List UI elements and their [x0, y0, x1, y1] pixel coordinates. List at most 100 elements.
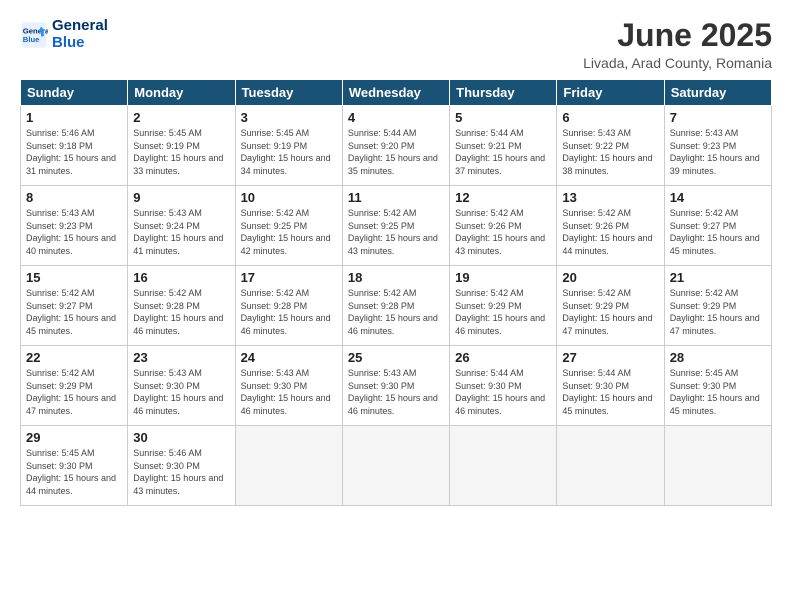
- svg-text:Blue: Blue: [23, 35, 40, 44]
- day-info: Sunrise: 5:43 AM Sunset: 9:24 PM Dayligh…: [133, 207, 229, 257]
- calendar-cell: [450, 426, 557, 506]
- calendar-cell: 20 Sunrise: 5:42 AM Sunset: 9:29 PM Dayl…: [557, 266, 664, 346]
- calendar-cell: 28 Sunrise: 5:45 AM Sunset: 9:30 PM Dayl…: [664, 346, 771, 426]
- calendar-cell: 18 Sunrise: 5:42 AM Sunset: 9:28 PM Dayl…: [342, 266, 449, 346]
- day-info: Sunrise: 5:42 AM Sunset: 9:25 PM Dayligh…: [348, 207, 444, 257]
- day-number: 25: [348, 350, 444, 365]
- day-info: Sunrise: 5:46 AM Sunset: 9:30 PM Dayligh…: [133, 447, 229, 497]
- day-number: 8: [26, 190, 122, 205]
- day-number: 26: [455, 350, 551, 365]
- day-info: Sunrise: 5:44 AM Sunset: 9:30 PM Dayligh…: [562, 367, 658, 417]
- day-number: 14: [670, 190, 766, 205]
- calendar-cell: 16 Sunrise: 5:42 AM Sunset: 9:28 PM Dayl…: [128, 266, 235, 346]
- day-number: 7: [670, 110, 766, 125]
- calendar-cell: [235, 426, 342, 506]
- day-number: 23: [133, 350, 229, 365]
- weekday-header-tuesday: Tuesday: [235, 80, 342, 106]
- day-number: 22: [26, 350, 122, 365]
- day-number: 2: [133, 110, 229, 125]
- calendar-cell: 7 Sunrise: 5:43 AM Sunset: 9:23 PM Dayli…: [664, 106, 771, 186]
- day-info: Sunrise: 5:42 AM Sunset: 9:25 PM Dayligh…: [241, 207, 337, 257]
- logo-icon: General Blue: [20, 21, 48, 49]
- day-info: Sunrise: 5:43 AM Sunset: 9:23 PM Dayligh…: [26, 207, 122, 257]
- day-info: Sunrise: 5:43 AM Sunset: 9:30 PM Dayligh…: [241, 367, 337, 417]
- day-number: 4: [348, 110, 444, 125]
- week-row-5: 29 Sunrise: 5:45 AM Sunset: 9:30 PM Dayl…: [21, 426, 772, 506]
- day-info: Sunrise: 5:43 AM Sunset: 9:23 PM Dayligh…: [670, 127, 766, 177]
- day-number: 28: [670, 350, 766, 365]
- day-info: Sunrise: 5:45 AM Sunset: 9:19 PM Dayligh…: [241, 127, 337, 177]
- calendar-cell: 21 Sunrise: 5:42 AM Sunset: 9:29 PM Dayl…: [664, 266, 771, 346]
- calendar-cell: [664, 426, 771, 506]
- day-number: 29: [26, 430, 122, 445]
- day-number: 9: [133, 190, 229, 205]
- day-number: 10: [241, 190, 337, 205]
- day-number: 30: [133, 430, 229, 445]
- calendar-cell: 29 Sunrise: 5:45 AM Sunset: 9:30 PM Dayl…: [21, 426, 128, 506]
- day-number: 19: [455, 270, 551, 285]
- day-info: Sunrise: 5:42 AM Sunset: 9:26 PM Dayligh…: [562, 207, 658, 257]
- weekday-header-monday: Monday: [128, 80, 235, 106]
- header: General Blue General Blue June 2025 Liva…: [20, 18, 772, 71]
- day-number: 6: [562, 110, 658, 125]
- calendar-cell: 12 Sunrise: 5:42 AM Sunset: 9:26 PM Dayl…: [450, 186, 557, 266]
- calendar-page: General Blue General Blue June 2025 Liva…: [0, 0, 792, 612]
- logo: General Blue General Blue: [20, 18, 108, 51]
- calendar-cell: 19 Sunrise: 5:42 AM Sunset: 9:29 PM Dayl…: [450, 266, 557, 346]
- day-number: 17: [241, 270, 337, 285]
- day-info: Sunrise: 5:42 AM Sunset: 9:28 PM Dayligh…: [348, 287, 444, 337]
- day-info: Sunrise: 5:42 AM Sunset: 9:26 PM Dayligh…: [455, 207, 551, 257]
- calendar-cell: [557, 426, 664, 506]
- calendar-cell: 30 Sunrise: 5:46 AM Sunset: 9:30 PM Dayl…: [128, 426, 235, 506]
- weekday-header-sunday: Sunday: [21, 80, 128, 106]
- day-number: 18: [348, 270, 444, 285]
- day-info: Sunrise: 5:44 AM Sunset: 9:20 PM Dayligh…: [348, 127, 444, 177]
- calendar-cell: 25 Sunrise: 5:43 AM Sunset: 9:30 PM Dayl…: [342, 346, 449, 426]
- calendar-cell: 27 Sunrise: 5:44 AM Sunset: 9:30 PM Dayl…: [557, 346, 664, 426]
- calendar-cell: [342, 426, 449, 506]
- day-info: Sunrise: 5:42 AM Sunset: 9:28 PM Dayligh…: [133, 287, 229, 337]
- calendar-cell: 2 Sunrise: 5:45 AM Sunset: 9:19 PM Dayli…: [128, 106, 235, 186]
- calendar-cell: 3 Sunrise: 5:45 AM Sunset: 9:19 PM Dayli…: [235, 106, 342, 186]
- calendar-cell: 15 Sunrise: 5:42 AM Sunset: 9:27 PM Dayl…: [21, 266, 128, 346]
- calendar-cell: 14 Sunrise: 5:42 AM Sunset: 9:27 PM Dayl…: [664, 186, 771, 266]
- day-info: Sunrise: 5:44 AM Sunset: 9:21 PM Dayligh…: [455, 127, 551, 177]
- day-info: Sunrise: 5:42 AM Sunset: 9:29 PM Dayligh…: [26, 367, 122, 417]
- day-number: 13: [562, 190, 658, 205]
- weekday-header-row: SundayMondayTuesdayWednesdayThursdayFrid…: [21, 80, 772, 106]
- day-number: 1: [26, 110, 122, 125]
- day-info: Sunrise: 5:42 AM Sunset: 9:29 PM Dayligh…: [670, 287, 766, 337]
- calendar-cell: 26 Sunrise: 5:44 AM Sunset: 9:30 PM Dayl…: [450, 346, 557, 426]
- calendar-cell: 10 Sunrise: 5:42 AM Sunset: 9:25 PM Dayl…: [235, 186, 342, 266]
- calendar-cell: 23 Sunrise: 5:43 AM Sunset: 9:30 PM Dayl…: [128, 346, 235, 426]
- day-number: 5: [455, 110, 551, 125]
- day-info: Sunrise: 5:46 AM Sunset: 9:18 PM Dayligh…: [26, 127, 122, 177]
- day-info: Sunrise: 5:45 AM Sunset: 9:30 PM Dayligh…: [670, 367, 766, 417]
- calendar-cell: 24 Sunrise: 5:43 AM Sunset: 9:30 PM Dayl…: [235, 346, 342, 426]
- day-info: Sunrise: 5:43 AM Sunset: 9:30 PM Dayligh…: [348, 367, 444, 417]
- calendar-cell: 5 Sunrise: 5:44 AM Sunset: 9:21 PM Dayli…: [450, 106, 557, 186]
- calendar-cell: 9 Sunrise: 5:43 AM Sunset: 9:24 PM Dayli…: [128, 186, 235, 266]
- day-number: 3: [241, 110, 337, 125]
- svg-text:General: General: [23, 26, 48, 35]
- calendar-table: SundayMondayTuesdayWednesdayThursdayFrid…: [20, 79, 772, 506]
- week-row-4: 22 Sunrise: 5:42 AM Sunset: 9:29 PM Dayl…: [21, 346, 772, 426]
- calendar-cell: 22 Sunrise: 5:42 AM Sunset: 9:29 PM Dayl…: [21, 346, 128, 426]
- calendar-cell: 4 Sunrise: 5:44 AM Sunset: 9:20 PM Dayli…: [342, 106, 449, 186]
- calendar-subtitle: Livada, Arad County, Romania: [583, 55, 772, 71]
- weekday-header-wednesday: Wednesday: [342, 80, 449, 106]
- title-area: June 2025 Livada, Arad County, Romania: [583, 18, 772, 71]
- day-info: Sunrise: 5:43 AM Sunset: 9:22 PM Dayligh…: [562, 127, 658, 177]
- day-info: Sunrise: 5:45 AM Sunset: 9:19 PM Dayligh…: [133, 127, 229, 177]
- calendar-cell: 17 Sunrise: 5:42 AM Sunset: 9:28 PM Dayl…: [235, 266, 342, 346]
- day-number: 12: [455, 190, 551, 205]
- day-info: Sunrise: 5:45 AM Sunset: 9:30 PM Dayligh…: [26, 447, 122, 497]
- day-info: Sunrise: 5:43 AM Sunset: 9:30 PM Dayligh…: [133, 367, 229, 417]
- day-info: Sunrise: 5:42 AM Sunset: 9:28 PM Dayligh…: [241, 287, 337, 337]
- day-info: Sunrise: 5:42 AM Sunset: 9:29 PM Dayligh…: [455, 287, 551, 337]
- logo-text: General Blue: [52, 18, 108, 51]
- weekday-header-thursday: Thursday: [450, 80, 557, 106]
- day-number: 20: [562, 270, 658, 285]
- day-number: 16: [133, 270, 229, 285]
- week-row-1: 1 Sunrise: 5:46 AM Sunset: 9:18 PM Dayli…: [21, 106, 772, 186]
